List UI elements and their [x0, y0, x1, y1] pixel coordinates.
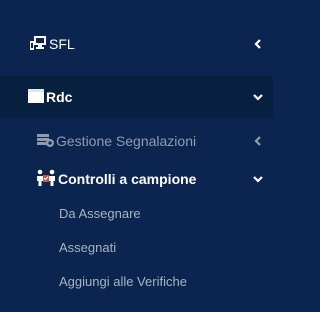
- chevron-down-icon[interactable]: [252, 91, 264, 103]
- submenu-item-aggiungi-alle-verifiche[interactable]: Aggiungi alle Verifiche: [0, 264, 273, 300]
- menu-item-gestione-segnalazioni[interactable]: Gestione Segnalazioni: [0, 121, 273, 161]
- menu-item-label: SFL: [49, 36, 75, 52]
- sidebar-menu: SFL Rdc Gestione Segnalazioni Controlli …: [0, 0, 273, 312]
- window-icon: [28, 89, 44, 103]
- submenu-item-label: Assegnati: [59, 240, 117, 255]
- chevron-left-icon[interactable]: [252, 38, 264, 50]
- menu-item-label: Gestione Segnalazioni: [56, 133, 197, 149]
- folder-monitor-icon: [30, 36, 46, 50]
- chevron-down-icon[interactable]: [252, 173, 264, 185]
- submenu-item-label: Aggiungi alle Verifiche: [59, 274, 187, 289]
- submenu-item-da-assegnare[interactable]: Da Assegnare: [0, 196, 273, 232]
- menu-item-rdc[interactable]: Rdc: [0, 76, 273, 118]
- submenu-item-label: Da Assegnare: [59, 206, 141, 221]
- submenu-item-assegnati[interactable]: Assegnati: [0, 230, 273, 266]
- server-gear-icon: [37, 134, 54, 147]
- people-checklist-icon: [37, 169, 55, 186]
- menu-item-controlli-a-campione[interactable]: Controlli a campione: [0, 159, 273, 199]
- menu-item-label: Rdc: [46, 89, 73, 105]
- menu-item-label: Controlli a campione: [58, 171, 197, 187]
- chevron-left-icon[interactable]: [252, 135, 264, 147]
- menu-item-sfl[interactable]: SFL: [0, 24, 273, 64]
